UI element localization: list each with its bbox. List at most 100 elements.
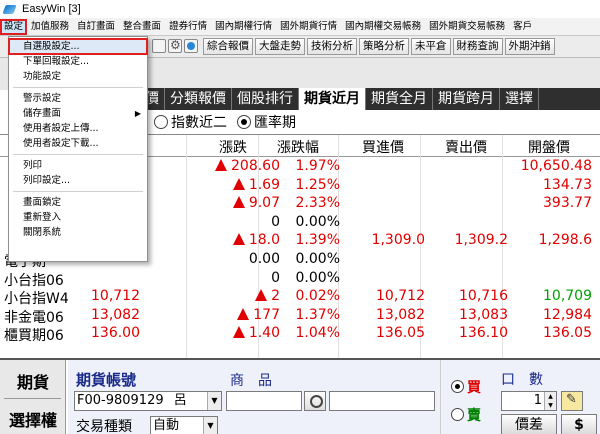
quantity-stepper[interactable]: 1 ▲ ▼ — [501, 391, 557, 411]
dropdown-item[interactable]: 使用者設定上傳... — [9, 121, 147, 136]
dropdown-item-label: 重新登入 — [23, 212, 62, 223]
cell-value: 0.02% — [295, 288, 340, 305]
dropdown-item-label: 使用者設定上傳... — [23, 123, 99, 134]
dropdown-item[interactable]: 列印設定... — [9, 173, 147, 188]
table-row[interactable]: 櫃買期06 136.00 1.40 1.04% 136.05 136.10 136.05 — [0, 324, 600, 344]
toolbar-button-5[interactable]: 財務查詢 — [452, 38, 503, 55]
menu-item-5[interactable]: 國內期權行情 — [211, 19, 276, 35]
globe-icon[interactable] — [184, 39, 198, 53]
dropdown-item[interactable]: 功能設定 — [9, 69, 147, 84]
column-header[interactable]: 漲跌幅 — [256, 137, 340, 157]
sell-label: 賣 — [467, 408, 481, 424]
dropdown-item[interactable]: 畫面鎖定 — [9, 195, 147, 210]
radio-button[interactable] — [154, 115, 168, 129]
divider — [4, 398, 61, 399]
tab-5[interactable]: 期貨跨月 — [433, 88, 500, 110]
toolbar-button-0[interactable]: 綜合報價 — [203, 38, 253, 55]
dropdown-item[interactable]: 警示設定 — [9, 91, 147, 106]
table-row[interactable]: 小台指06 0 0.00% — [0, 269, 600, 289]
cell-value: 136.00 — [91, 325, 140, 342]
search-icon[interactable] — [304, 391, 326, 411]
up-arrow-icon — [232, 177, 245, 190]
chevron-down-icon[interactable]: ▼ — [207, 392, 221, 410]
tab-1[interactable]: 分類報價 — [165, 88, 232, 110]
table-row[interactable]: 小台指W4 10,712 2 0.02% 10,712 10,716 10,709 — [0, 287, 600, 307]
sell-radio[interactable] — [451, 408, 464, 421]
cell-pct: 1.97% — [260, 158, 340, 174]
quote-tabs: 價分類報價 個股排行 期貨近月 期貨全月 期貨跨月 選擇 — [140, 88, 600, 110]
tab-4[interactable]: 期貨全月 — [366, 88, 433, 110]
cell-value: 2.33% — [295, 195, 340, 212]
tab-2[interactable]: 個股排行 — [232, 88, 299, 110]
account-value: F00-9809129 — [77, 393, 164, 408]
menu-item-4[interactable]: 證券行情 — [165, 19, 211, 35]
dropdown-item[interactable]: 儲存畫面 ▶ — [9, 106, 147, 121]
cell-value: 134.73 — [543, 176, 592, 193]
dropdown-item[interactable]: 使用者設定下載... — [9, 136, 147, 151]
quantity-value: 1 — [533, 393, 542, 408]
menu-item-1[interactable]: 加值服務 — [27, 19, 73, 35]
menu-item-8[interactable]: 國外期貨交易帳務 — [425, 19, 509, 35]
radio-button[interactable] — [237, 115, 251, 129]
cell-value: 1.37% — [295, 306, 340, 323]
cell-value: 1.25% — [295, 176, 340, 193]
chevron-down-icon[interactable]: ▼ — [203, 417, 217, 434]
column-header[interactable]: 賣出價 — [424, 137, 508, 157]
dropdown-item[interactable]: 列印 — [9, 158, 147, 173]
menu-item-7[interactable]: 國內期權交易帳務 — [341, 19, 425, 35]
toolbar-button-1[interactable]: 大盤走勢 — [255, 38, 305, 55]
menu-item-6[interactable]: 國外期貨行情 — [276, 19, 341, 35]
toolbar-button-4[interactable]: 未平倉 — [411, 38, 451, 55]
toolbar-button-6[interactable]: 外期沖銷 — [504, 38, 555, 55]
cell-value: 1,309.0 — [371, 232, 425, 249]
menu-item-9[interactable]: 客戶 — [509, 19, 536, 35]
stepper-arrows-icon[interactable]: ▲ ▼ — [544, 392, 556, 410]
product-name-field[interactable] — [329, 391, 435, 411]
edit-icon[interactable] — [561, 391, 583, 411]
menu-item-0[interactable]: 設定 — [0, 18, 28, 35]
table-row[interactable]: 非金電06 13,082 177 1.37% 13,082 13,083 12,984 — [0, 306, 600, 326]
trade-type-select[interactable]: 自動 ▼ — [150, 416, 218, 434]
dropdown-item[interactable]: 下單回報設定... — [9, 54, 147, 69]
options-tab-button[interactable]: 選擇權 — [0, 407, 66, 431]
account-label: 期貨帳號 — [76, 371, 137, 389]
cell-value: 13,083 — [459, 306, 508, 323]
cell-value: 1.39% — [295, 232, 340, 249]
toolbar-button-3[interactable]: 策略分析 — [359, 38, 409, 55]
gear-icon[interactable] — [168, 38, 182, 53]
account-select[interactable]: F00-9809129 呂 ▼ — [74, 391, 222, 411]
menu-item-3[interactable]: 整合畫面 — [119, 19, 165, 35]
radio-option-1[interactable]: 匯率期 — [237, 112, 296, 132]
dropdown-item[interactable]: 重新登入 — [9, 210, 147, 225]
dropdown-item[interactable]: 關閉系統 — [9, 225, 147, 240]
column-header[interactable]: 開盤價 — [506, 137, 592, 157]
tab-3[interactable]: 期貨近月 — [299, 88, 366, 110]
menu-item-2[interactable]: 自訂畫面 — [73, 19, 119, 35]
dropdown-toggle-icon[interactable] — [152, 39, 166, 53]
cell-price: 13,082 — [66, 307, 140, 323]
radio-option-0[interactable]: 指數近二 — [154, 112, 227, 132]
up-arrow-icon — [232, 233, 245, 246]
cell-price: 10,712 — [66, 288, 140, 304]
cell-bid: 10,712 — [345, 288, 425, 304]
product-input[interactable] — [226, 391, 302, 411]
dropdown-item-label: 下單回報設定... — [23, 56, 90, 67]
cell-value: 10,716 — [459, 288, 508, 305]
spread-button[interactable]: 價差 — [501, 414, 557, 434]
order-panel: 期貨 選擇權 期貨帳號 商 品 F00-9809129 呂 ▼ 交易種類 自動 … — [0, 358, 600, 434]
app-window: EasyWin [3] 設定 加值服務 自訂畫面 整合畫面 證券行情 國內期權行情 國外期貨… — [0, 0, 600, 434]
cell-value: 136.10 — [459, 325, 508, 342]
dropdown-item[interactable]: 自選股設定... — [8, 38, 148, 55]
futures-tab-button[interactable]: 期貨 — [0, 369, 66, 393]
tab-6[interactable]: 選擇 — [500, 88, 539, 110]
cell-value: 1,298.6 — [538, 232, 592, 249]
toolbar-button-2[interactable]: 技術分析 — [307, 38, 357, 55]
cell-value: 小台指06 — [4, 272, 64, 289]
buy-radio[interactable] — [451, 380, 464, 393]
cell-value: 13,082 — [91, 306, 140, 323]
column-header[interactable]: 買進價 — [341, 137, 425, 157]
dropdown-item-label: 列印 — [23, 160, 43, 171]
cell-pct: 0.00% — [260, 270, 340, 286]
price-button[interactable]: $ — [561, 414, 597, 434]
menu-separator — [13, 87, 143, 88]
